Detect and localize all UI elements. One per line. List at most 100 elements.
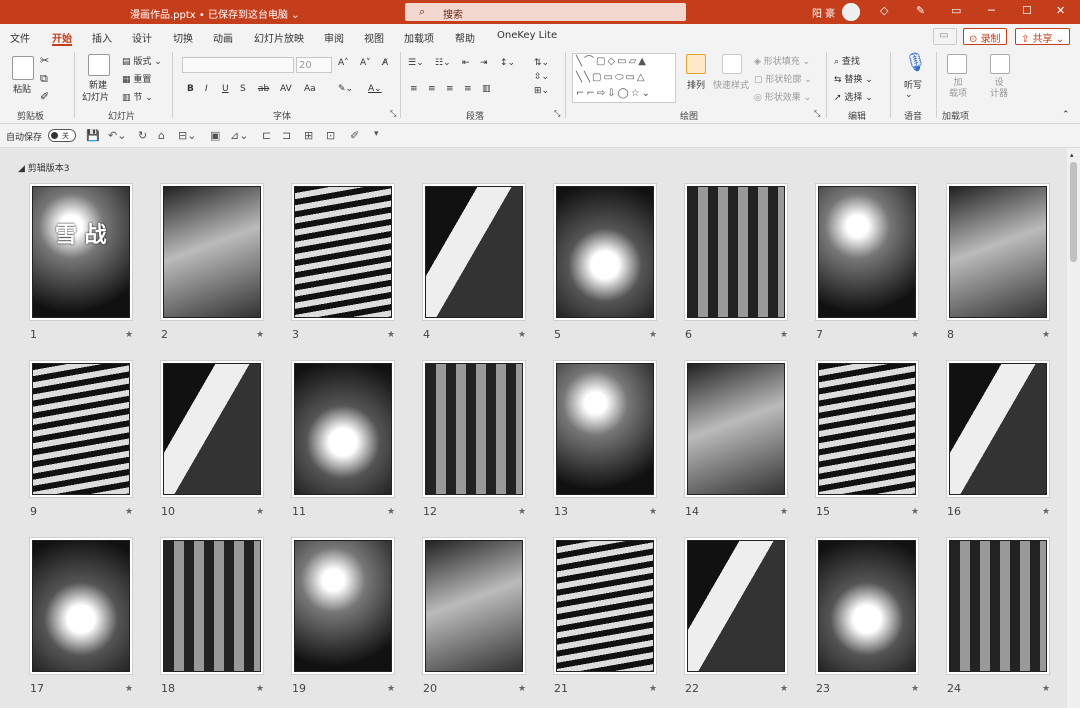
slide-thumbnail[interactable] (160, 360, 264, 498)
addins-label[interactable]: 加 载项 (949, 78, 967, 100)
autosave-toggle[interactable]: 关 (48, 129, 76, 142)
ribbon-display-icon[interactable]: ▭ (951, 4, 961, 17)
file-title[interactable]: 漫画作品.pptx • 已保存到这台电脑 ⌄ (130, 6, 300, 21)
find-button[interactable]: ⌕ 查找 (834, 54, 860, 67)
minimize-icon[interactable]: ─ (988, 4, 995, 17)
slide-thumbnail[interactable] (29, 537, 133, 675)
align-left-qat-icon[interactable]: ⊏ (262, 129, 271, 142)
italic-button[interactable]: I (205, 84, 208, 94)
drawing-dialog-launcher-icon[interactable]: ⤡ (814, 109, 820, 119)
numbering-icon[interactable]: ☷⌄ (435, 58, 451, 68)
customize-qat-icon[interactable]: ▾ (374, 129, 379, 139)
shadow-button[interactable]: S (240, 84, 246, 94)
tab-animations[interactable]: 动画 (213, 30, 233, 45)
align-center-qat-icon[interactable]: ⊐ (282, 129, 291, 142)
slide-thumbnail[interactable] (29, 360, 133, 498)
tab-home[interactable]: 开始 (52, 30, 72, 45)
slide-thumbnail[interactable] (553, 183, 657, 321)
tab-onekey[interactable]: OneKey Lite (497, 30, 557, 41)
slide-thumbnail[interactable] (684, 360, 788, 498)
quick-styles-label[interactable]: 快速样式 (713, 78, 749, 91)
slide-thumbnail[interactable] (553, 360, 657, 498)
search-box[interactable]: ⌕ 搜索 (405, 3, 686, 21)
tab-help[interactable]: 帮助 (455, 30, 475, 45)
vertical-scrollbar[interactable]: ▴ (1067, 148, 1080, 708)
underline-button[interactable]: U (222, 84, 229, 94)
slide-thumbnail[interactable] (815, 537, 919, 675)
group-icon[interactable]: ⊡ (326, 129, 335, 142)
picture-icon[interactable]: ▣ (210, 129, 220, 142)
justify-icon[interactable]: ≡ (464, 84, 472, 94)
undo-icon[interactable]: ↶⌄ (108, 129, 126, 142)
addins-icon[interactable] (947, 54, 967, 74)
paragraph-dialog-launcher-icon[interactable]: ⤡ (554, 109, 560, 119)
redo-icon[interactable]: ↻ (138, 129, 147, 142)
bullets-icon[interactable]: ☰⌄ (408, 58, 424, 68)
reset-button[interactable]: ▦ 重置 (122, 72, 151, 85)
tab-view[interactable]: 视图 (364, 30, 384, 45)
scrollbar-thumb[interactable] (1070, 162, 1077, 262)
shape-fill-button[interactable]: ◈ 形状填充 ⌄ (754, 54, 810, 67)
shrink-font-icon[interactable]: A˅ (360, 58, 371, 68)
comments-button[interactable]: ▭ (933, 28, 957, 45)
shape-effects-button[interactable]: ◎ 形状效果 ⌄ (754, 90, 811, 103)
arrange-label[interactable]: 排列 (687, 78, 705, 91)
align-left-icon[interactable]: ≡ (410, 84, 418, 94)
presentation-icon[interactable]: ⌂ (158, 129, 165, 142)
scroll-up-icon[interactable]: ▴ (1070, 151, 1074, 159)
arrange-icon[interactable] (686, 54, 706, 74)
tab-file[interactable]: 文件 (10, 30, 30, 45)
layout-button[interactable]: ▤ 版式 ⌄ (122, 54, 162, 67)
slide-thumbnail[interactable] (946, 537, 1050, 675)
slide-thumbnail[interactable] (160, 183, 264, 321)
slide-thumbnail[interactable] (422, 537, 526, 675)
font-color-icon[interactable]: A⌄ (368, 84, 382, 94)
align-icon[interactable]: ⊟⌄ (178, 129, 196, 142)
format-icon[interactable]: ✐ (350, 129, 359, 142)
grow-font-icon[interactable]: A˄ (338, 58, 349, 68)
decrease-indent-icon[interactable]: ⇤ (462, 58, 470, 68)
cut-icon[interactable]: ✂ (40, 54, 49, 67)
designer-icon[interactable] (990, 54, 1010, 74)
slide-thumbnail[interactable] (422, 183, 526, 321)
record-button[interactable]: ⊙ 录制 (963, 28, 1007, 45)
slide-thumbnail[interactable] (946, 360, 1050, 498)
text-direction-icon[interactable]: ⇅⌄ (534, 58, 549, 68)
increase-indent-icon[interactable]: ⇥ (480, 58, 488, 68)
close-icon[interactable]: ✕ (1056, 4, 1065, 17)
tab-design[interactable]: 设计 (132, 30, 152, 45)
chart-icon[interactable]: ⊿⌄ (230, 129, 248, 142)
char-spacing-button[interactable]: AV (280, 84, 292, 94)
tab-insert[interactable]: 插入 (92, 30, 112, 45)
diamond-icon[interactable]: ◇ (880, 4, 888, 17)
save-icon[interactable]: 💾 (86, 129, 100, 142)
columns-icon[interactable]: ▥ (482, 84, 491, 94)
change-case-button[interactable]: Aa (304, 84, 316, 94)
new-slide-icon[interactable] (88, 54, 110, 76)
maximize-icon[interactable]: ☐ (1022, 4, 1032, 17)
tab-addins[interactable]: 加载项 (404, 30, 434, 45)
format-painter-icon[interactable]: ✐ (40, 90, 49, 103)
clear-format-icon[interactable]: A̸ (382, 58, 388, 68)
slide-thumbnail[interactable] (291, 183, 395, 321)
shape-outline-button[interactable]: ▢ 形状轮廓 ⌄ (754, 72, 812, 85)
font-size-box[interactable]: 20 (296, 57, 332, 73)
section-header[interactable]: ◢ 剪辑版本3 (18, 161, 70, 174)
dictate-dropdown-icon[interactable]: ⌄ (905, 90, 913, 100)
font-dialog-launcher-icon[interactable]: ⤡ (390, 109, 396, 119)
replace-button[interactable]: ⇆ 替换 ⌄ (834, 72, 873, 85)
share-button[interactable]: ⇪ 共享 ⌄ (1015, 28, 1071, 45)
font-name-box[interactable] (182, 57, 294, 73)
copy-icon[interactable]: ⧉ (40, 72, 48, 86)
slide-thumbnail[interactable] (160, 537, 264, 675)
align-text-icon[interactable]: ⇳⌄ (534, 72, 549, 82)
tab-slideshow[interactable]: 幻灯片放映 (254, 30, 304, 45)
smartart-icon[interactable]: ⊞⌄ (534, 86, 549, 96)
bold-button[interactable]: B (187, 84, 194, 94)
slide-thumbnail[interactable] (422, 360, 526, 498)
tab-review[interactable]: 审阅 (324, 30, 344, 45)
align-right-icon[interactable]: ≡ (446, 84, 454, 94)
user-name[interactable]: 阳 豪 (812, 5, 835, 20)
pen-icon[interactable]: ✎ (916, 4, 925, 17)
slide-thumbnail[interactable] (553, 537, 657, 675)
